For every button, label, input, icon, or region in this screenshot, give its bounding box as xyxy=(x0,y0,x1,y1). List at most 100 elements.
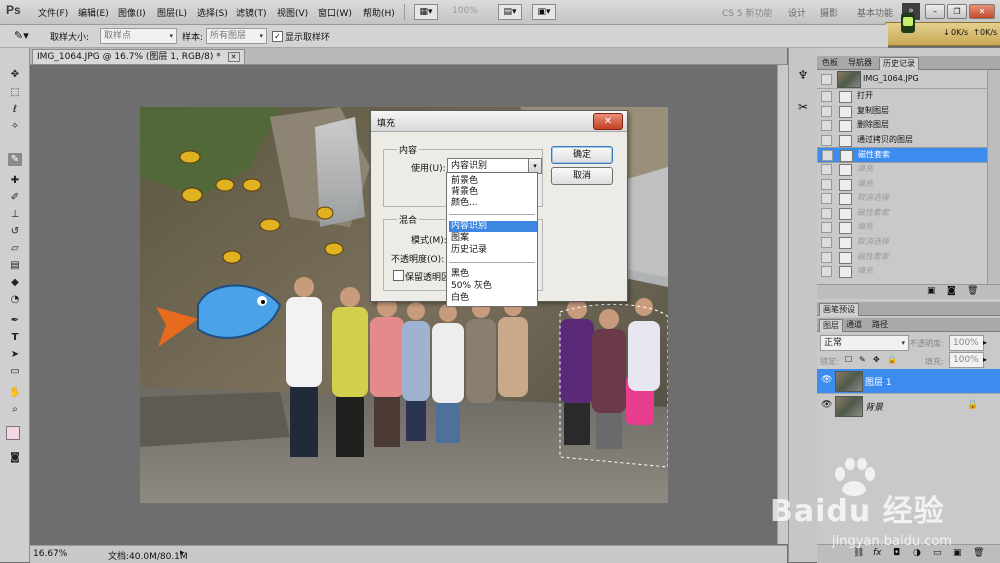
quick-mask-icon[interactable]: ◙ xyxy=(8,451,22,464)
lock-transparent-icon[interactable]: ☐ xyxy=(845,355,852,364)
new-document-from-state-icon[interactable]: ▣ xyxy=(927,286,936,296)
chevron-down-icon[interactable]: ▾ xyxy=(528,159,541,173)
opacity-arrow-icon[interactable]: ▸ xyxy=(983,338,987,347)
history-state[interactable]: 填充 xyxy=(817,264,983,279)
history-state[interactable]: 取消选择 xyxy=(817,191,983,206)
history-checkbox[interactable] xyxy=(821,178,832,190)
tools-preset-icon[interactable]: ✂ xyxy=(796,100,810,114)
fill-field[interactable]: 100% xyxy=(949,352,984,368)
layer-row-layer-1[interactable]: 👁 图层 1 xyxy=(817,369,1000,393)
tab-close-icon[interactable]: ✕ xyxy=(227,52,240,62)
healing-brush-tool-icon[interactable]: ✚ xyxy=(8,174,22,187)
type-tool-icon[interactable]: T xyxy=(8,331,22,344)
history-state[interactable]: 磁性套索 xyxy=(817,147,988,164)
history-checkbox[interactable] xyxy=(821,266,832,278)
foreground-color-swatch[interactable] xyxy=(6,426,20,440)
dropdown-item-color[interactable]: 颜色... xyxy=(449,198,537,209)
history-snapshot[interactable]: IMG_1064.JPG xyxy=(817,70,987,89)
ok-button[interactable]: 确定 xyxy=(551,146,613,164)
history-state[interactable]: 通过拷贝的图层 xyxy=(817,133,983,147)
delete-state-icon[interactable]: 🗑 xyxy=(967,286,978,296)
new-snapshot-icon[interactable]: ◙ xyxy=(947,286,956,296)
menu-edit[interactable]: 编辑(E) xyxy=(78,6,109,19)
history-state[interactable]: 取消选择 xyxy=(817,235,983,249)
document-tab[interactable]: IMG_1064.JPG @ 16.7% (图层 1, RGB/8) * ✕ xyxy=(32,49,245,64)
restore-icon[interactable]: ❐ xyxy=(947,4,967,19)
history-state[interactable]: 填充 xyxy=(817,162,983,176)
lock-all-icon[interactable]: 🔒 xyxy=(887,355,897,364)
history-checkbox[interactable] xyxy=(821,120,832,132)
dropdown-item-white[interactable]: 白色 xyxy=(449,293,537,304)
history-brush-tool-icon[interactable]: ↺ xyxy=(8,225,22,238)
history-state[interactable]: 磁性套索 xyxy=(817,206,983,220)
eraser-tool-icon[interactable]: ▱ xyxy=(8,242,22,255)
pen-tool-icon[interactable]: ✒ xyxy=(8,314,22,327)
dialog-close-icon[interactable]: ✕ xyxy=(593,113,623,130)
tab-swatches[interactable]: 色板 xyxy=(819,57,841,69)
dodge-tool-icon[interactable]: ◔ xyxy=(8,293,22,306)
menu-help[interactable]: 帮助(H) xyxy=(363,6,395,19)
hand-tool-icon[interactable]: ✋ xyxy=(8,386,22,399)
visibility-eye-icon[interactable]: 👁 xyxy=(821,375,832,385)
zoom-level[interactable]: 100% xyxy=(452,6,478,16)
menu-view[interactable]: 视图(V) xyxy=(277,6,308,19)
show-ring-checkbox[interactable]: ✓ xyxy=(272,31,283,42)
menu-window[interactable]: 窗口(W) xyxy=(318,6,352,19)
cancel-button[interactable]: 取消 xyxy=(551,167,613,185)
dropdown-item-history[interactable]: 历史记录 xyxy=(449,245,537,256)
dropdown-item-50-gray[interactable]: 50% 灰色 xyxy=(449,281,537,292)
history-checkbox[interactable] xyxy=(822,150,833,162)
history-state[interactable]: 打开 xyxy=(817,89,983,103)
tab-navigator[interactable]: 导航器 xyxy=(845,57,875,69)
dropdown-item-content-aware[interactable]: 内容识别 xyxy=(449,221,537,232)
history-checkbox[interactable] xyxy=(821,193,832,205)
eyedropper-tool-icon[interactable]: ✎ xyxy=(8,153,22,166)
opacity-field[interactable]: 100% xyxy=(949,335,984,351)
menu-filter[interactable]: 滤镜(T) xyxy=(236,6,267,19)
snapshot-checkbox[interactable] xyxy=(821,74,832,85)
dropdown-item-pattern[interactable]: 图案 xyxy=(449,233,537,244)
workspace-photography[interactable]: 摄影 xyxy=(820,6,838,19)
rectangle-tool-icon[interactable]: ▭ xyxy=(8,365,22,378)
menu-file[interactable]: 文件(F) xyxy=(38,6,68,19)
history-state[interactable]: 填充 xyxy=(817,177,983,191)
history-checkbox[interactable] xyxy=(821,134,832,146)
preserve-transparency-checkbox[interactable] xyxy=(393,270,404,281)
marquee-tool-icon[interactable]: ⬚ xyxy=(8,86,22,99)
history-checkbox[interactable] xyxy=(821,164,832,175)
blend-mode-select[interactable]: 正常 ▾ xyxy=(820,335,909,351)
history-state[interactable]: 填充 xyxy=(817,220,983,235)
layer-row-background[interactable]: 👁 背景 🔒 xyxy=(817,393,1000,418)
history-checkbox[interactable] xyxy=(821,251,832,263)
fill-arrow-icon[interactable]: ▸ xyxy=(983,355,987,364)
history-checkbox[interactable] xyxy=(821,91,832,102)
tab-channels[interactable]: 通道 xyxy=(843,319,865,331)
path-selection-tool-icon[interactable]: ➤ xyxy=(8,348,22,361)
minimize-icon[interactable]: – xyxy=(925,4,945,19)
dropdown-item-black[interactable]: 黑色 xyxy=(449,269,537,280)
close-icon[interactable]: ✕ xyxy=(969,4,995,19)
history-checkbox[interactable] xyxy=(821,222,832,234)
lasso-tool-icon[interactable]: ℓ xyxy=(8,103,22,116)
clone-source-icon[interactable]: ♆ xyxy=(796,68,810,82)
move-tool-icon[interactable]: ✥ xyxy=(8,68,22,81)
dropdown-item-background[interactable]: 背景色 xyxy=(449,187,537,198)
visibility-eye-icon[interactable]: 👁 xyxy=(821,400,832,410)
clone-stamp-tool-icon[interactable]: ⊥ xyxy=(8,208,22,221)
lock-position-icon[interactable]: ✥ xyxy=(873,355,880,364)
status-menu-arrow-icon[interactable]: ▸ xyxy=(180,548,185,558)
extras-icon[interactable]: ▤▾ xyxy=(498,4,522,20)
screen-mode-icon[interactable]: ▣▾ xyxy=(532,4,556,20)
menu-select[interactable]: 选择(S) xyxy=(197,6,228,19)
eyedropper-preset-icon[interactable]: ✎▾ xyxy=(14,28,36,43)
brush-tool-icon[interactable]: ✐ xyxy=(8,191,22,204)
workspace-essentials[interactable]: 基本功能 xyxy=(857,6,893,19)
sample-select[interactable]: 所有图层 ▾ xyxy=(206,28,267,44)
tab-history[interactable]: 历史记录 xyxy=(879,57,919,70)
zoom-readout[interactable]: 16.67% xyxy=(33,549,67,559)
workspace-cs5-new[interactable]: CS 5 新功能 xyxy=(722,6,772,19)
quick-selection-tool-icon[interactable]: ✧ xyxy=(8,120,22,133)
sample-size-select[interactable]: 取样点 ▾ xyxy=(100,28,177,44)
menu-image[interactable]: 图像(I) xyxy=(118,6,146,19)
history-checkbox[interactable] xyxy=(821,105,832,117)
